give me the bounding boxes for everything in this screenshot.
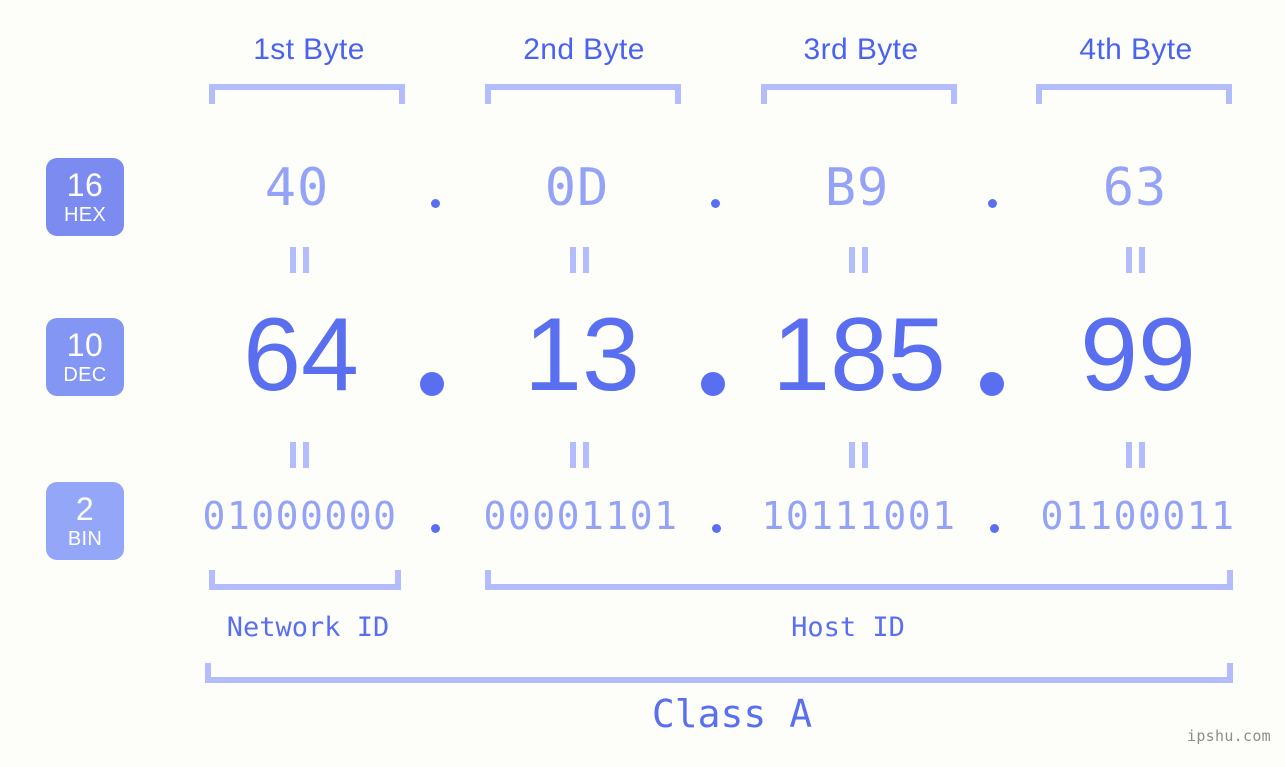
- radix-badge-hex: 16 HEX: [46, 158, 124, 236]
- radix-badge-hex-name: HEX: [63, 204, 107, 226]
- bin-octet-3: 10111001: [761, 494, 957, 538]
- byte-bracket-3: [761, 84, 957, 104]
- byte-header-2: 2nd Byte: [523, 33, 645, 66]
- hex-octet-2: 0D: [544, 158, 610, 218]
- equals-mark-hex-dec-2: [570, 247, 589, 273]
- dec-octet-2: 13: [524, 297, 640, 413]
- bin-dot-separator-3: [990, 524, 999, 533]
- hex-octet-4: 63: [1102, 158, 1168, 218]
- byte-header-3: 3rd Byte: [803, 33, 919, 66]
- dec-dot-separator-3: [980, 372, 1004, 396]
- radix-badge-dec-number: 10: [66, 327, 104, 363]
- equals-mark-dec-bin-2: [570, 442, 589, 468]
- bin-octet-4: 01100011: [1040, 494, 1236, 538]
- equals-mark-hex-dec-1: [290, 247, 309, 273]
- radix-badge-dec-name: DEC: [63, 364, 107, 386]
- byte-bracket-1: [209, 84, 405, 104]
- hex-octet-1: 40: [264, 158, 330, 218]
- equals-mark-dec-bin-1: [290, 442, 309, 468]
- dec-octet-1: 64: [243, 297, 359, 413]
- bin-octet-2: 00001101: [483, 494, 679, 538]
- dec-octet-4: 99: [1080, 297, 1196, 413]
- byte-bracket-4: [1036, 84, 1232, 104]
- ip-address-breakdown-diagram: 1st Byte 2nd Byte 3rd Byte 4th Byte 16 H…: [0, 0, 1285, 767]
- radix-badge-bin-name: BIN: [67, 528, 103, 550]
- hex-dot-separator-2: [711, 199, 720, 208]
- network-id-bracket: [209, 570, 401, 590]
- bin-dot-separator-1: [431, 524, 440, 533]
- dec-dot-separator-1: [420, 372, 444, 396]
- dec-dot-separator-2: [701, 372, 725, 396]
- host-id-label: Host ID: [791, 612, 905, 643]
- equals-mark-dec-bin-3: [849, 442, 868, 468]
- hex-dot-separator-3: [988, 199, 997, 208]
- radix-badge-dec: 10 DEC: [46, 318, 124, 396]
- class-bracket: [205, 663, 1233, 683]
- equals-mark-dec-bin-4: [1126, 442, 1145, 468]
- dec-octet-3: 185: [772, 297, 946, 413]
- byte-header-1: 1st Byte: [253, 33, 365, 66]
- equals-mark-hex-dec-3: [849, 247, 868, 273]
- site-watermark: ipshu.com: [1187, 727, 1271, 745]
- radix-badge-hex-number: 16: [66, 167, 104, 203]
- hex-octet-3: B9: [824, 158, 890, 218]
- network-id-label: Network ID: [226, 612, 390, 643]
- bin-octet-1: 01000000: [202, 494, 398, 538]
- address-class-label: Class A: [651, 692, 813, 736]
- radix-badge-bin: 2 BIN: [46, 482, 124, 560]
- radix-badge-bin-number: 2: [75, 491, 95, 527]
- bin-dot-separator-2: [712, 524, 721, 533]
- byte-bracket-2: [485, 84, 681, 104]
- hex-dot-separator-1: [431, 199, 440, 208]
- equals-mark-hex-dec-4: [1126, 247, 1145, 273]
- byte-header-4: 4th Byte: [1079, 33, 1193, 66]
- host-id-bracket: [485, 570, 1233, 590]
